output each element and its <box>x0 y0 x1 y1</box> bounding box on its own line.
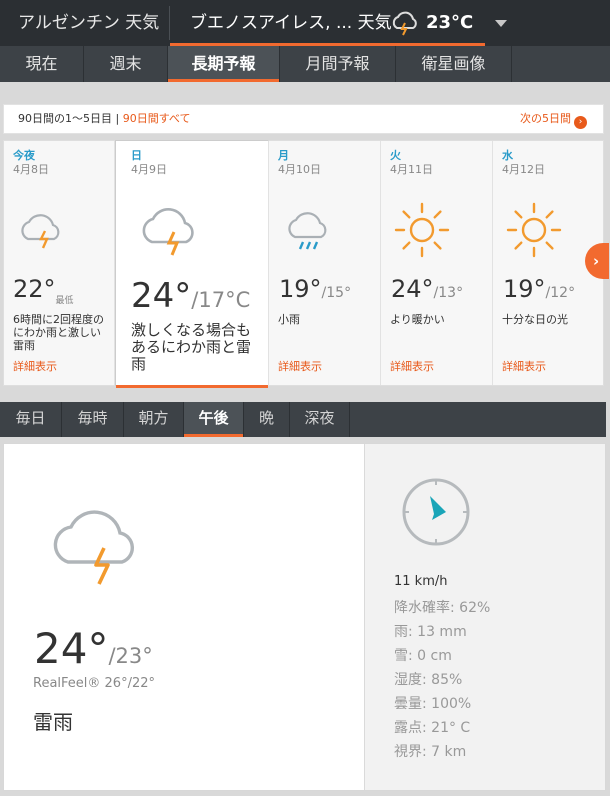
tab-overnight[interactable]: 深夜 <box>290 402 350 437</box>
tab-hourly[interactable]: 毎時 <box>62 402 124 437</box>
rain-icon <box>288 212 327 250</box>
day-card-selected[interactable]: 日 4月9日 24°/17°C 激しくなる場合もあるにわか雨と雷雨 <box>115 140 269 388</box>
high-value: 24° <box>391 275 434 303</box>
day-name: 日 <box>131 149 142 162</box>
range-info-text: 90日間の1～5日目 <box>18 112 112 125</box>
high-value: 19° <box>279 275 322 303</box>
tab-monthly[interactable]: 月間予報 <box>280 46 396 82</box>
period-description: 雷雨 <box>33 710 73 734</box>
low-value: /12° <box>545 285 576 301</box>
forecast-nav: 現在 週末 長期予報 月間予報 衛星画像 <box>0 46 610 82</box>
location-dropdown-button[interactable] <box>486 0 516 46</box>
day-date: 4月9日 <box>131 163 167 176</box>
daily-cards: 今夜 4月8日 22°最低 6時間に2回程度のにわか雨と激しい雷雨 詳細表示 日… <box>3 140 604 388</box>
tab-evening[interactable]: 晩 <box>244 402 290 437</box>
period-detail-panel: 24°/23° RealFeel® 26°/22° 雷雨 11 km/h 降水確… <box>3 443 606 791</box>
thunderstorm-icon <box>53 510 134 585</box>
location-name: ブエノスアイレス, ... 天気 <box>190 13 392 33</box>
rain-amount: 雨: 13 mm <box>394 624 467 640</box>
day-date: 4月10日 <box>278 163 321 176</box>
current-temperature: 23°C <box>426 12 474 33</box>
day-description: より暖かい <box>390 313 445 326</box>
day-description: 激しくなる場合もあるにわか雨と雷雨 <box>131 321 252 373</box>
day-card[interactable]: 月 4月10日 19°/15° 小雨 詳細表示 <box>269 141 381 385</box>
humidity: 湿度: 85% <box>394 672 463 688</box>
dew-point: 露点: 21° C <box>394 720 471 736</box>
sunny-icon <box>506 202 562 258</box>
high-value: 19° <box>503 275 546 303</box>
precip-probability: 降水確率: 62% <box>394 600 491 616</box>
cloud-cover: 曇量: 100% <box>394 696 472 712</box>
thunderstorm-icon <box>392 11 417 36</box>
all-90-days-link[interactable]: 90日間すべて <box>123 112 191 125</box>
next-5-days-link[interactable]: 次の5日間 › <box>520 105 587 133</box>
day-description: 6時間に2回程度のにわか雨と激しい雷雨 <box>13 313 104 352</box>
tab-satellite[interactable]: 衛星画像 <box>396 46 512 82</box>
wind-compass-icon <box>402 478 470 546</box>
sunny-icon <box>394 202 450 258</box>
low-value: /13° <box>433 285 464 301</box>
day-name: 月 <box>278 149 289 162</box>
range-info: 90日間の1～5日目 | 90日間すべて <box>18 112 191 125</box>
details-link[interactable]: 詳細表示 <box>278 358 322 374</box>
day-high-temp: 19°/15° <box>279 275 351 307</box>
tab-weekend[interactable]: 週末 <box>84 46 168 82</box>
tab-extended[interactable]: 長期予報 <box>168 46 280 82</box>
day-description: 十分な日の光 <box>502 313 568 326</box>
tab-afternoon[interactable]: 午後 <box>184 402 244 437</box>
day-high-temp: 24°/17°C <box>131 277 250 319</box>
day-name: 水 <box>502 149 513 162</box>
thunderstorm-icon <box>21 214 60 249</box>
day-name: 火 <box>390 149 401 162</box>
day-high-temp: 22°最低 <box>13 275 74 315</box>
region-link[interactable]: アルゼンチン 天気 <box>0 0 170 46</box>
day-date: 4月8日 <box>13 163 49 176</box>
day-date: 4月11日 <box>390 163 433 176</box>
high-value: 22° <box>13 275 56 303</box>
top-bar: アルゼンチン 天気 ブエノスアイレス, ... 天気 23°C <box>0 0 610 46</box>
high-value: 24° <box>131 276 192 316</box>
details-link[interactable]: 詳細表示 <box>390 358 434 374</box>
thunderstorm-icon <box>142 208 194 256</box>
tab-current[interactable]: 現在 <box>0 46 84 82</box>
tab-daily[interactable]: 毎日 <box>0 402 62 437</box>
low-value: /15° <box>321 285 352 301</box>
day-description: 小雨 <box>278 313 300 326</box>
low-value: /17°C <box>191 288 251 312</box>
tab-morning[interactable]: 朝方 <box>124 402 184 437</box>
current-location[interactable]: ブエノスアイレス, ... 天気 23°C <box>170 0 485 46</box>
high-value: 24° <box>34 624 109 673</box>
day-high-temp: 24°/13° <box>391 275 463 307</box>
realfeel: RealFeel® 26°/22° <box>33 676 155 691</box>
day-card[interactable]: 火 4月11日 24°/13° より暖かい 詳細表示 <box>381 141 493 385</box>
details-link[interactable]: 詳細表示 <box>502 358 546 374</box>
low-value: /23° <box>108 644 153 668</box>
conditions-column: 24°/23° RealFeel® 26°/22° 雷雨 <box>4 444 363 790</box>
low-tag: 最低 <box>55 296 74 306</box>
wind-speed: 11 km/h <box>394 574 448 589</box>
details-link[interactable]: 詳細表示 <box>13 358 57 374</box>
range-bar: 90日間の1～5日目 | 90日間すべて 次の5日間 › <box>3 104 604 134</box>
day-name: 今夜 <box>13 149 35 162</box>
visibility: 視界: 7 km <box>394 744 467 760</box>
day-high-temp: 19°/12° <box>503 275 575 307</box>
chevron-right-icon: › <box>574 116 587 129</box>
snow-amount: 雪: 0 cm <box>394 648 452 664</box>
period-temperature: 24°/23° <box>34 626 153 679</box>
period-tabs: 毎日 毎時 朝方 午後 晩 深夜 <box>0 402 606 437</box>
next-5-days-label: 次の5日間 <box>520 112 571 125</box>
day-date: 4月12日 <box>502 163 545 176</box>
day-card[interactable]: 今夜 4月8日 22°最低 6時間に2回程度のにわか雨と激しい雷雨 詳細表示 <box>4 141 115 385</box>
stats-column: 11 km/h 降水確率: 62% 雨: 13 mm 雪: 0 cm 湿度: 8… <box>364 444 605 790</box>
